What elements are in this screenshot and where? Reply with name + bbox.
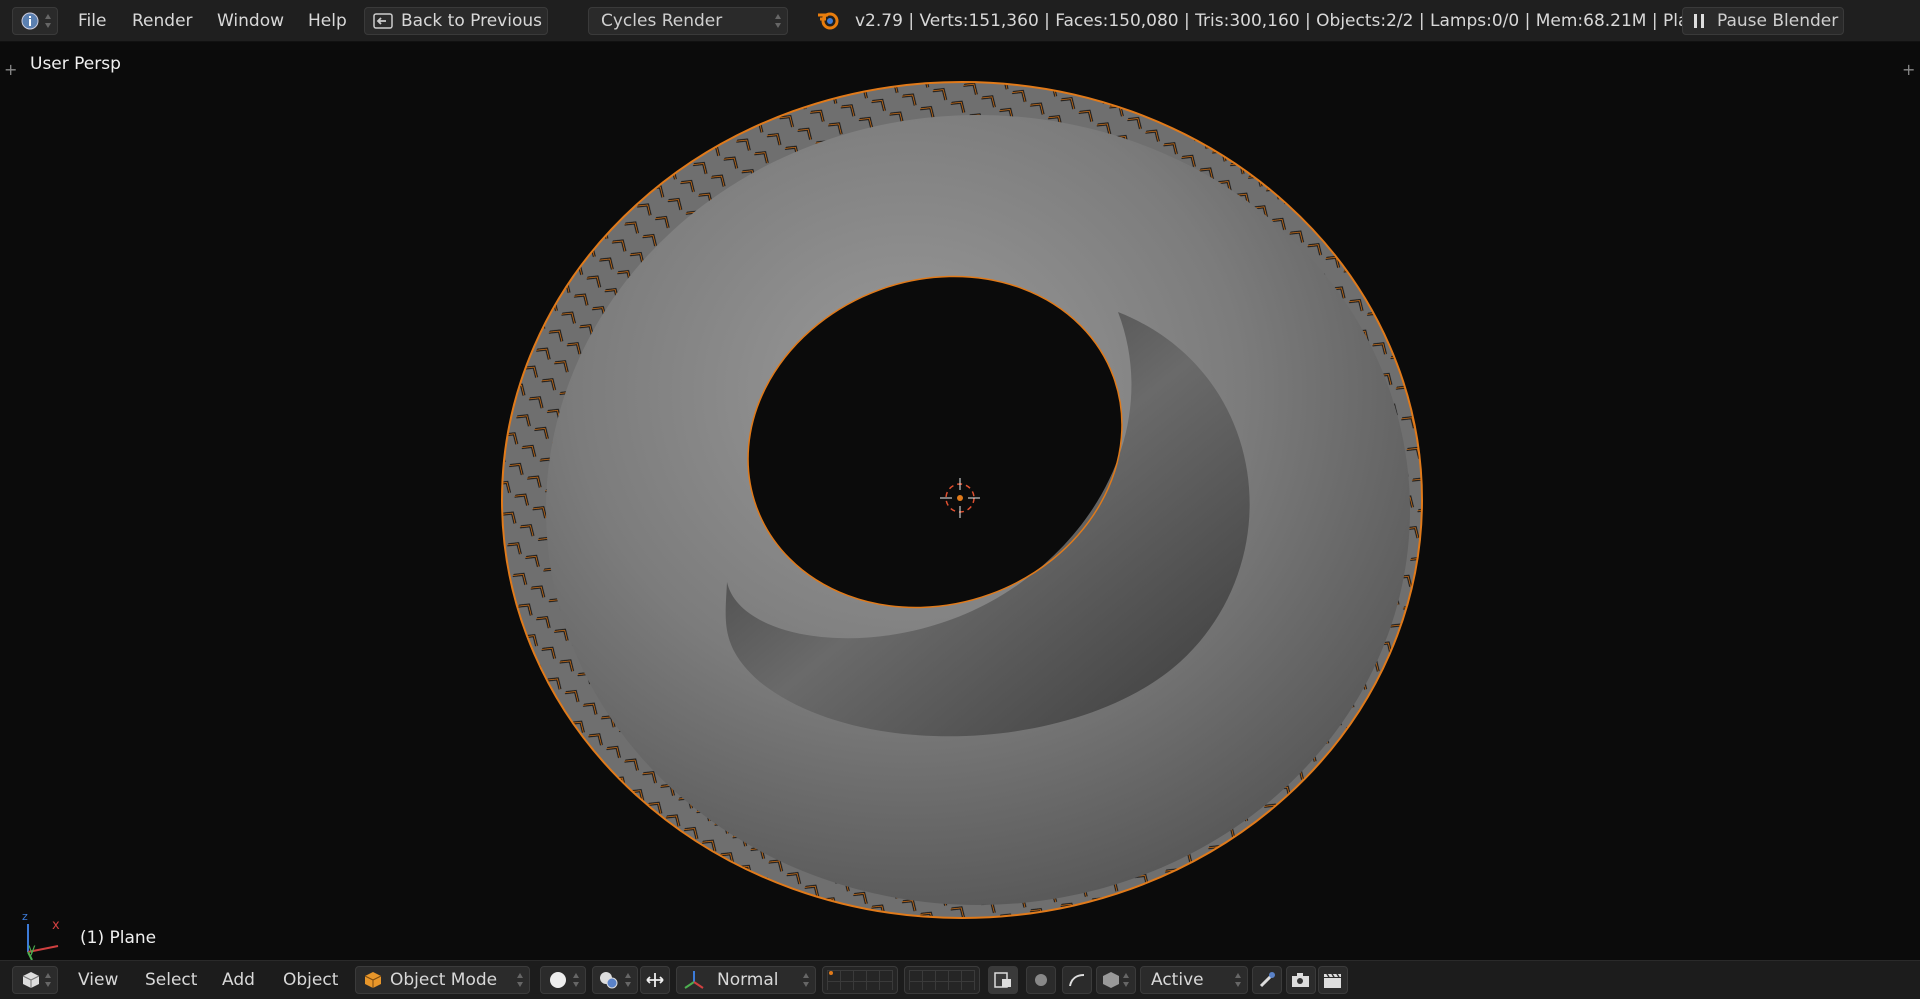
transform-axis-icon [684, 971, 704, 989]
tire-model[interactable] [0, 42, 1920, 960]
dropdown-arrows-icon [573, 972, 579, 988]
pause-blender-label: Pause Blender [1717, 11, 1839, 31]
object-mode-cube-icon [364, 972, 382, 988]
back-to-previous-label: Back to Previous [401, 11, 542, 31]
dropdown-arrows-icon [45, 13, 51, 29]
render-only-toggle[interactable] [1026, 966, 1056, 994]
layer-lock-icon [994, 972, 1011, 988]
axis-x-label: x [52, 918, 60, 933]
snap-target-value: Active [1151, 970, 1204, 990]
axis-z-label: z [22, 910, 28, 923]
render-engine-value: Cycles Render [601, 11, 723, 31]
dropdown-arrows-icon [625, 972, 631, 988]
3d-viewport[interactable]: User Persp + + x y z (1) Plane [0, 42, 1920, 961]
viewport-shading-select[interactable] [540, 966, 586, 994]
layer-grid [827, 970, 893, 990]
pivot-point-select[interactable] [592, 966, 638, 994]
info-icon [21, 12, 39, 30]
render-dot-icon [1035, 974, 1047, 986]
active-object-label: (1) Plane [80, 928, 157, 948]
manipulator-toggle[interactable] [640, 966, 670, 994]
clapperboard-icon [1324, 973, 1341, 988]
menu-help[interactable]: Help [308, 8, 347, 34]
menu-render[interactable]: Render [132, 8, 193, 34]
menu-add[interactable]: Add [222, 967, 255, 993]
info-header: File Render Window Help Back to Previous… [0, 0, 1920, 42]
transform-orientation-select[interactable]: Normal [676, 966, 816, 994]
opengl-render-button[interactable] [1252, 966, 1282, 994]
menu-object[interactable]: Object [283, 967, 338, 993]
camera-icon [1292, 973, 1309, 987]
render-engine-select[interactable]: Cycles Render [588, 7, 788, 35]
layer-buttons-right[interactable] [904, 966, 980, 994]
pause-blender-button[interactable]: Pause Blender [1682, 7, 1844, 35]
back-arrow-icon [373, 13, 393, 29]
dropdown-arrows-icon [1235, 972, 1241, 988]
proportional-curve-icon [1069, 974, 1085, 987]
proportional-edit-toggle[interactable] [1062, 966, 1092, 994]
blender-logo-icon [818, 12, 839, 30]
pivot-point-icon [600, 972, 618, 989]
menu-select[interactable]: Select [145, 967, 197, 993]
menu-view[interactable]: View [78, 967, 118, 993]
dropdown-arrows-icon [45, 972, 51, 988]
mode-select[interactable]: Object Mode [355, 966, 530, 994]
layer-grid [909, 970, 975, 990]
menu-file[interactable]: File [78, 8, 106, 34]
cube-icon [22, 972, 40, 988]
dropdown-arrows-icon [517, 972, 523, 988]
dropdown-arrows-icon [1123, 972, 1129, 988]
scene-stats: v2.79 | Verts:151,360 | Faces:150,080 | … [855, 11, 1710, 31]
menu-window[interactable]: Window [217, 8, 284, 34]
solid-shading-icon [550, 972, 566, 988]
3d-view-header: View Select Add Object Object Mode Norma… [0, 960, 1920, 999]
back-to-previous-button[interactable]: Back to Previous [364, 7, 548, 35]
dropdown-arrows-icon [803, 972, 809, 988]
orientation-value: Normal [717, 970, 779, 990]
snap-cube-icon [1103, 972, 1119, 988]
dropdown-arrows-icon [775, 13, 781, 29]
layer-buttons-left[interactable] [822, 966, 898, 994]
render-animation-button[interactable] [1318, 966, 1348, 994]
axis-y-label: y [28, 942, 36, 957]
editor-type-button[interactable] [12, 7, 58, 35]
manipulator-arrows-icon [646, 973, 664, 987]
snap-element-select[interactable] [1096, 966, 1136, 994]
lock-layers-toggle[interactable] [988, 966, 1018, 994]
paint-brush-icon [1259, 972, 1275, 988]
editor-type-button[interactable] [12, 966, 58, 994]
pause-icon [1694, 14, 1704, 28]
mode-value: Object Mode [390, 970, 498, 990]
render-image-button[interactable] [1286, 966, 1316, 994]
snap-target-select[interactable]: Active [1140, 966, 1248, 994]
